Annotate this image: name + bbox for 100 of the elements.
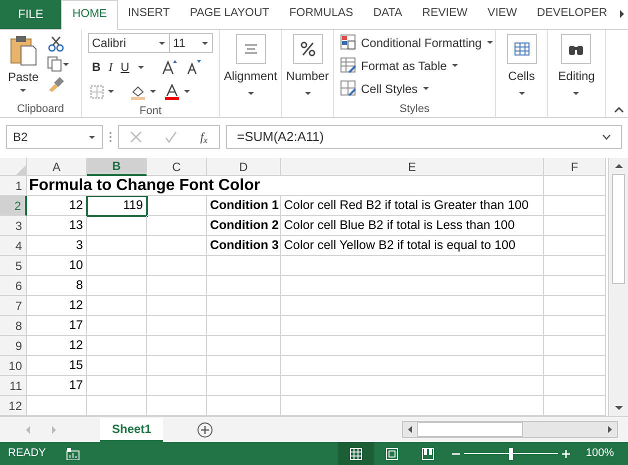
table-cell	[544, 256, 606, 276]
row-header[interactable]: 1	[0, 176, 27, 196]
table-cell	[87, 236, 147, 256]
group-label: Clipboard	[16, 102, 66, 117]
row-header[interactable]: 11	[0, 376, 27, 396]
row-header[interactable]: 7	[0, 296, 27, 316]
caret-icon	[572, 91, 580, 96]
copy-icon	[46, 56, 69, 72]
table-cell	[87, 316, 147, 336]
caret-icon	[201, 40, 209, 46]
binoculars-icon	[561, 34, 592, 64]
table-cell	[147, 316, 207, 336]
row-header[interactable]: 6	[0, 276, 27, 296]
font-name-dropdown[interactable]: Calibri	[88, 33, 170, 53]
table-cell: 17	[27, 316, 87, 336]
caret-icon	[486, 40, 494, 45]
editing-button[interactable]: Editing	[558, 34, 595, 96]
table-cell: 17	[27, 376, 87, 396]
row-header[interactable]: 10	[0, 356, 27, 376]
ribbon-tab[interactable]: DATA	[363, 0, 412, 29]
table-cell: 12	[27, 296, 87, 316]
status-text: READY	[8, 446, 46, 462]
active-cell[interactable]: 119	[87, 196, 147, 216]
page-layout-icon	[386, 448, 398, 460]
table-cell	[544, 316, 606, 336]
formula-field[interactable]: =SUM(A2:A11)	[226, 125, 622, 149]
column-header[interactable]: D	[207, 158, 281, 176]
horizontal-scrollbar[interactable]	[402, 421, 618, 438]
table-cell	[544, 216, 606, 236]
insert-function-button[interactable]: f$_{x}$	[200, 128, 208, 146]
table-cell: Color cell Blue B2 if total is Less than 100	[281, 216, 544, 236]
check-icon	[165, 131, 178, 143]
alignment-button[interactable]: Alignment	[224, 34, 278, 96]
table-cell	[87, 356, 147, 376]
table-cell: 12	[27, 196, 87, 216]
ribbon-tab[interactable]: DEVELOPER	[526, 0, 618, 29]
styles-menu-button[interactable]: Format as Table	[340, 55, 495, 76]
clipboard-icon	[9, 34, 38, 66]
row-header[interactable]: 3	[0, 216, 27, 236]
conditional-formatting-icon	[340, 34, 357, 51]
row-header[interactable]: 5	[0, 256, 27, 276]
caret-icon	[19, 88, 28, 93]
row-header[interactable]: 2	[0, 196, 27, 216]
cells-button[interactable]: Cells	[506, 34, 536, 96]
grip-icon	[109, 131, 112, 143]
row-header[interactable]: 12	[0, 396, 27, 416]
table-cell	[544, 356, 606, 376]
caret-icon	[422, 86, 430, 91]
table-cell: 13	[27, 216, 87, 236]
column-header[interactable]: E	[281, 158, 544, 176]
caret-icon	[246, 91, 254, 96]
name-box[interactable]: B2	[6, 125, 103, 149]
add-sheet-icon	[197, 422, 214, 438]
vertical-scrollbar[interactable]	[608, 158, 628, 416]
slider-thumb[interactable]	[508, 448, 513, 460]
table-cell	[87, 336, 147, 356]
ribbon-tab[interactable]: HOME	[61, 0, 118, 30]
cell-styles-icon	[340, 80, 357, 97]
italic-button[interactable]: I	[108, 58, 113, 76]
ribbon-tab[interactable]: FILE	[0, 0, 62, 29]
table-cell	[87, 296, 147, 316]
styles-menu-button[interactable]: Cell Styles	[340, 78, 495, 99]
grid-icon	[350, 448, 362, 460]
table-cell: 8	[27, 276, 87, 296]
ribbon-tab[interactable]: VIEW	[478, 0, 527, 29]
table-cell: Color cell Red B2 if total is Greater than 100	[281, 196, 544, 216]
table-cell	[147, 376, 207, 396]
normal-view-button[interactable]	[338, 442, 374, 465]
table-cell: Condition 2	[207, 216, 281, 236]
table-cell	[147, 256, 207, 276]
zoom-slider[interactable]	[464, 448, 558, 460]
ribbon-tab[interactable]: INSERT	[118, 0, 180, 29]
styles-menu-button[interactable]: Conditional Formatting	[340, 32, 495, 53]
column-header[interactable]: A	[27, 158, 87, 176]
ribbon-tab[interactable]: FORMULAS	[279, 0, 364, 29]
zoom-level[interactable]: 100%	[586, 445, 614, 462]
table-cell	[544, 336, 606, 356]
row-header[interactable]: 4	[0, 236, 27, 256]
column-header[interactable]: C	[147, 158, 207, 176]
ribbon-tab[interactable]: PAGE LAYOUT	[180, 0, 280, 29]
cancel-icon	[130, 131, 142, 143]
font-size-dropdown[interactable]: 11	[170, 33, 213, 53]
paste-button[interactable]: Paste	[6, 34, 41, 93]
column-header[interactable]: B	[87, 158, 147, 176]
table-cell	[147, 236, 207, 256]
row-header[interactable]: 9	[0, 336, 27, 356]
sheet-tab[interactable]: Sheet1	[100, 418, 164, 442]
ribbon-tab[interactable]: REVIEW	[412, 0, 478, 29]
table-cell: Condition 3	[207, 236, 281, 256]
underline-button[interactable]: U	[120, 58, 130, 76]
table-cell	[544, 236, 606, 256]
bold-button[interactable]: B	[92, 58, 101, 76]
scroll-tabs-icon	[618, 7, 626, 21]
align-icon	[236, 34, 266, 64]
table-cell: 3	[27, 236, 87, 256]
caret-icon	[137, 64, 146, 70]
column-header[interactable]: F	[544, 158, 606, 176]
number-button[interactable]: Number	[286, 34, 329, 96]
row-header[interactable]: 8	[0, 316, 27, 336]
font-color-icon	[164, 84, 192, 100]
